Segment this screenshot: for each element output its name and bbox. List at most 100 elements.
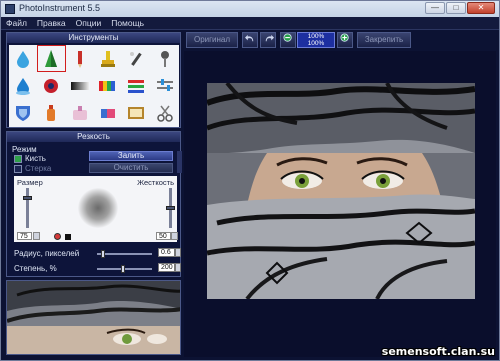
size-label: Размер [17, 178, 43, 187]
shield-icon [16, 106, 31, 122]
tool-wand[interactable] [122, 45, 150, 72]
close-button[interactable]: ✕ [467, 2, 495, 14]
menu-bar: Файл Правка Опции Помощь [1, 17, 499, 30]
minimize-button[interactable]: — [425, 2, 445, 14]
undo-button[interactable] [242, 32, 258, 48]
stop-icon[interactable] [65, 234, 71, 240]
eraser-label: Стерка [25, 164, 52, 173]
size-slider[interactable] [26, 188, 29, 228]
tool-palette[interactable] [94, 72, 122, 99]
redo-icon [265, 34, 274, 42]
original-button[interactable]: Оригинал [186, 32, 238, 48]
record-icon [44, 78, 59, 93]
degree-spinner[interactable] [175, 263, 181, 272]
maximize-button[interactable]: □ [446, 2, 466, 14]
degree-label: Степень, % [14, 264, 57, 273]
water-drop-icon [17, 50, 30, 68]
app-icon [5, 4, 15, 14]
menu-options[interactable]: Опции [71, 17, 107, 29]
gradient-icon [70, 81, 89, 90]
radius-slider[interactable] [97, 250, 152, 258]
mode-scrollbar[interactable] [177, 151, 182, 173]
tool-gradient[interactable] [66, 72, 94, 99]
stamp-icon [101, 50, 116, 67]
bottle-icon [47, 105, 56, 122]
menu-help[interactable]: Помощь [106, 17, 149, 29]
tool-cone[interactable] [37, 45, 66, 73]
fix-button[interactable]: Закрепить [357, 32, 411, 48]
wand-icon [130, 51, 143, 66]
zoom-out-icon [282, 33, 292, 42]
navigator-panel[interactable] [6, 280, 181, 355]
size-value[interactable]: 75 [17, 232, 32, 240]
brush-checkbox[interactable] [14, 155, 22, 163]
tool-sliders[interactable] [151, 72, 179, 99]
radius-label: Радиус, пикселей [14, 249, 80, 258]
brush-settings-box: Размер Жесткость 75 50 [14, 176, 178, 242]
cone-icon [45, 49, 58, 67]
tool-pencil[interactable] [66, 45, 94, 72]
tool-liquid-drop[interactable] [9, 72, 37, 99]
menu-file[interactable]: Файл [1, 17, 32, 29]
zoom-level-display: 100% 100% [297, 32, 335, 48]
size-spinner[interactable] [33, 232, 40, 240]
tool-record[interactable] [37, 72, 65, 99]
photo [207, 83, 475, 299]
sliders-icon [156, 78, 173, 91]
tools-panel-title: Инструменты [7, 33, 180, 43]
tool-shield[interactable] [9, 100, 37, 127]
hardness-spinner[interactable] [171, 232, 178, 240]
navigator-thumbnail [7, 281, 180, 354]
zoom-in-button[interactable] [337, 32, 353, 48]
radius-spinner[interactable] [175, 248, 181, 257]
brush-preview [78, 188, 118, 228]
degree-slider-thumb[interactable] [121, 265, 125, 273]
degree-slider[interactable] [97, 265, 152, 273]
pencil-icon [77, 50, 82, 68]
mode-label: Режим [12, 145, 37, 154]
brush-label: Кисть [25, 154, 46, 163]
eraser-icon [101, 109, 116, 119]
size-slider-thumb[interactable] [23, 196, 32, 200]
watermark: semensoft.clan.su [381, 345, 495, 358]
tools-panel: Инструменты [6, 32, 181, 128]
image-canvas[interactable] [184, 51, 496, 357]
redo-button[interactable] [260, 32, 276, 48]
pin-icon [160, 50, 169, 67]
clear-button[interactable]: Очистить [89, 163, 173, 173]
app-window: PhotoInstrument 5.5 — □ ✕ Файл Правка Оп… [0, 0, 500, 361]
tool-clock[interactable] [122, 100, 150, 127]
clock-icon [128, 107, 145, 120]
tool-water-drop[interactable] [9, 45, 37, 72]
window-title: PhotoInstrument 5.5 [19, 3, 101, 13]
degree-value[interactable]: 200 [158, 263, 175, 272]
eraser-checkbox[interactable] [14, 165, 22, 173]
menu-edit[interactable]: Правка [32, 17, 71, 29]
tool-stamp[interactable] [94, 45, 122, 72]
zoom-out-button[interactable] [280, 32, 296, 48]
tool-scissors[interactable] [151, 100, 179, 127]
undo-icon [244, 34, 253, 42]
radius-slider-thumb[interactable] [101, 250, 105, 258]
liquid-drop-icon [16, 77, 31, 95]
rgb-bars-icon [128, 79, 145, 93]
hardness-value[interactable]: 50 [156, 232, 171, 240]
tool-sponge[interactable] [66, 100, 94, 127]
zoom-in-icon [339, 33, 349, 42]
sharpness-panel: Резкость Режим Кисть Стерка Залить Очист… [6, 131, 182, 277]
window-controls: — □ ✕ [424, 2, 495, 14]
tool-eraser[interactable] [94, 100, 122, 127]
zoom-level-top: 100% [307, 33, 325, 40]
sharpness-panel-title: Резкость [7, 132, 180, 142]
tool-grid [9, 45, 179, 127]
hardness-label: Жесткость [137, 178, 174, 187]
record-icon[interactable] [54, 233, 61, 240]
zoom-level-bottom: 100% [307, 40, 325, 47]
title-bar: PhotoInstrument 5.5 — □ ✕ [1, 1, 499, 17]
fill-button[interactable]: Залить [89, 151, 173, 161]
tool-bottle[interactable] [37, 100, 65, 127]
hardness-slider-thumb[interactable] [166, 206, 175, 210]
tool-rgb-bars[interactable] [122, 72, 150, 99]
tool-pin[interactable] [151, 45, 179, 72]
radius-value[interactable]: 0.6 [158, 248, 175, 257]
